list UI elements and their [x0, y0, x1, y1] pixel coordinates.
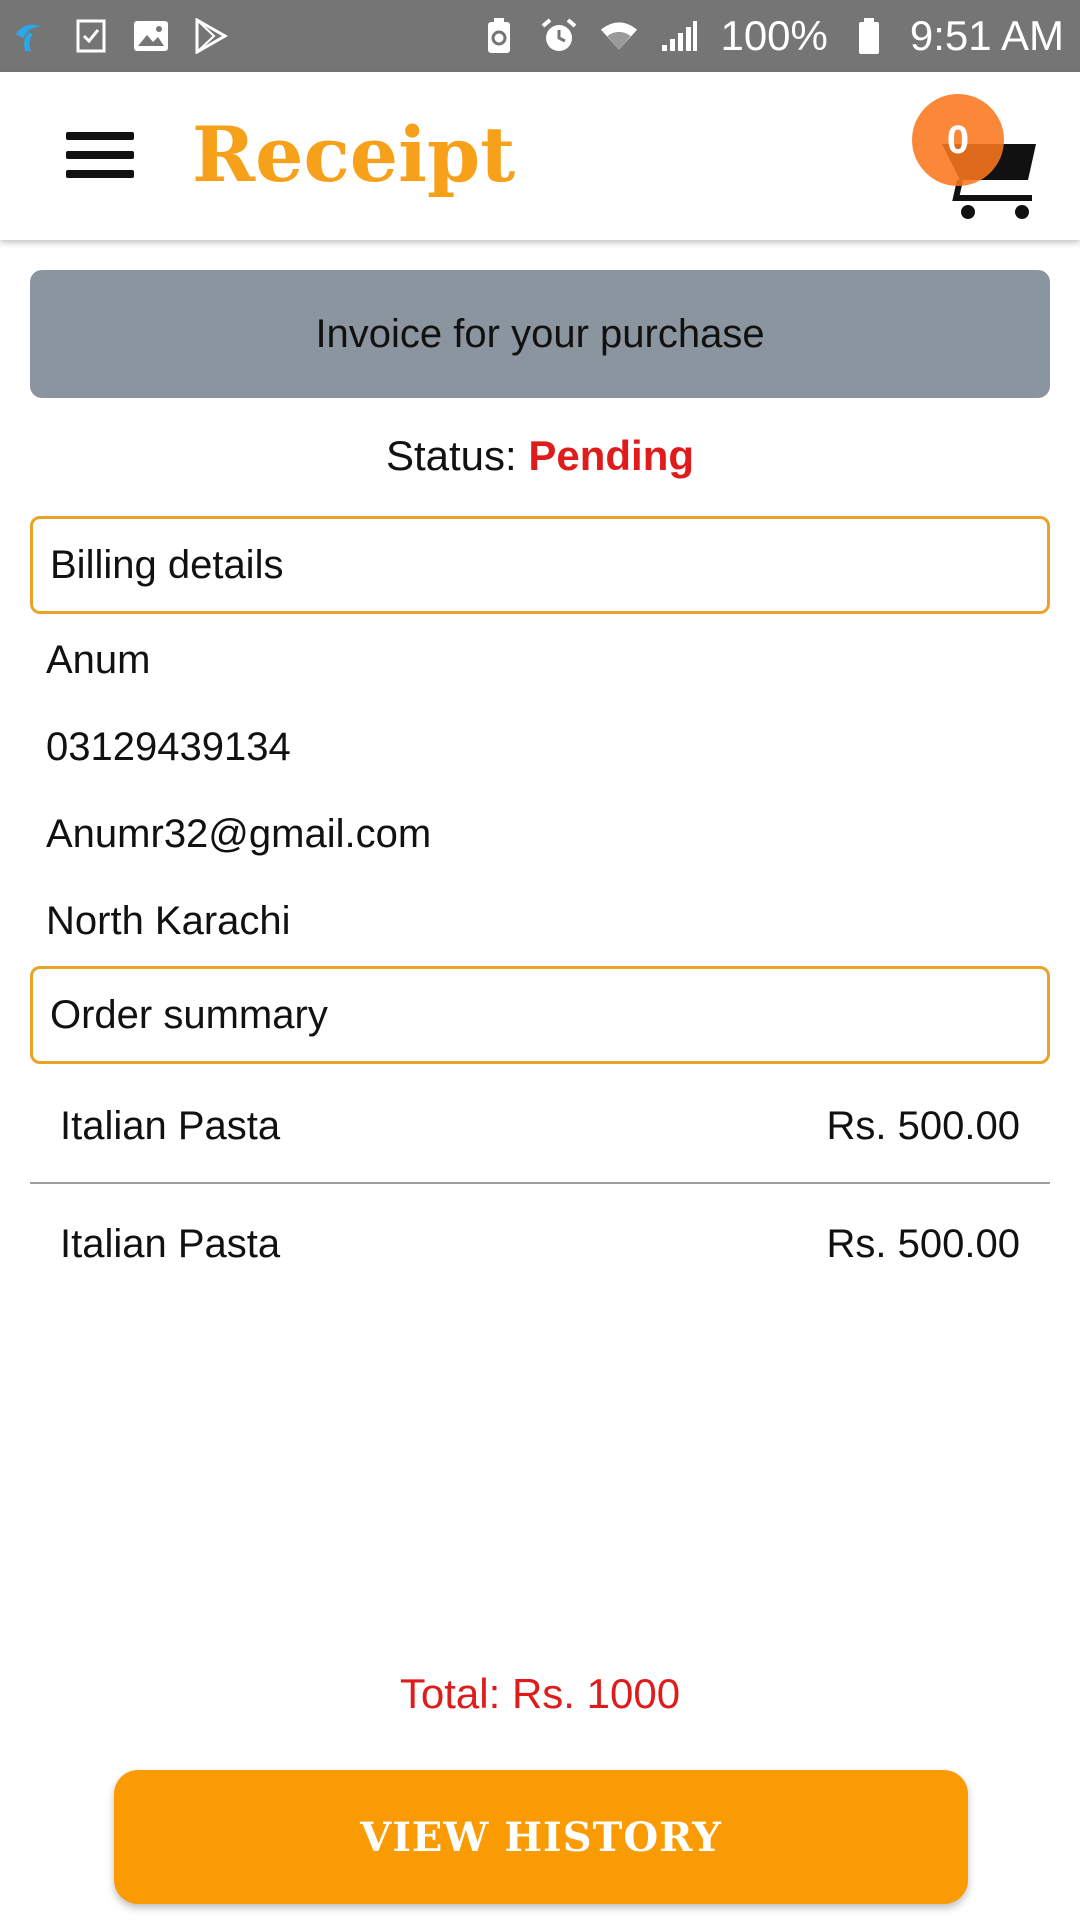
order-item-name: Italian Pasta: [60, 1103, 281, 1148]
hamburger-icon-line: [66, 151, 134, 159]
order-summary-header: Order summary: [30, 966, 1050, 1064]
status-value: Pending: [528, 432, 695, 479]
view-history-button[interactable]: VIEW HISTORY: [114, 1770, 968, 1904]
status-bar-right: 100% 9:51 AM: [480, 12, 1064, 60]
signal-icon: [660, 17, 698, 55]
order-item-price: Rs. 500.00: [826, 1221, 1020, 1266]
hamburger-icon-line: [66, 132, 134, 140]
order-item-row: Italian Pasta Rs. 500.00: [30, 1194, 1050, 1294]
order-item-row: Italian Pasta Rs. 500.00: [30, 1076, 1050, 1176]
cart-count-badge: 0: [912, 94, 1004, 186]
wifi-icon: [600, 17, 638, 55]
checklist-icon: [72, 17, 110, 55]
carrier-logo-icon: [12, 17, 50, 55]
play-store-icon: [192, 17, 230, 55]
hamburger-icon-line: [66, 170, 134, 178]
billing-details-header: Billing details: [30, 516, 1050, 614]
invoice-banner: Invoice for your purchase: [30, 270, 1050, 398]
billing-address: North Karachi: [46, 899, 291, 943]
cart-button[interactable]: 0: [912, 94, 1042, 224]
battery-percent: 100%: [720, 12, 828, 59]
billing-name: Anum: [46, 638, 151, 682]
battery-icon: [850, 17, 888, 55]
order-item-name: Italian Pasta: [60, 1221, 281, 1266]
battery-saver-icon: [480, 17, 518, 55]
order-total: Total: Rs. 1000: [399, 1670, 681, 1717]
billing-email: Anumr32@gmail.com: [46, 812, 432, 856]
status-bar: 100% 9:51 AM: [0, 0, 1080, 72]
clock: 9:51 AM: [909, 12, 1064, 59]
page-title: Receipt: [192, 110, 516, 199]
divider: [30, 1182, 1050, 1184]
order-item-price: Rs. 500.00: [826, 1103, 1020, 1148]
order-status: Status: Pending: [0, 432, 1080, 480]
gallery-icon: [132, 17, 170, 55]
alarm-icon: [540, 17, 578, 55]
status-bar-left: [12, 17, 230, 55]
menu-button[interactable]: [60, 124, 140, 186]
status-label: Status:: [385, 432, 529, 479]
app-bar: Receipt 0: [0, 72, 1080, 240]
billing-phone: 03129439134: [46, 725, 291, 769]
